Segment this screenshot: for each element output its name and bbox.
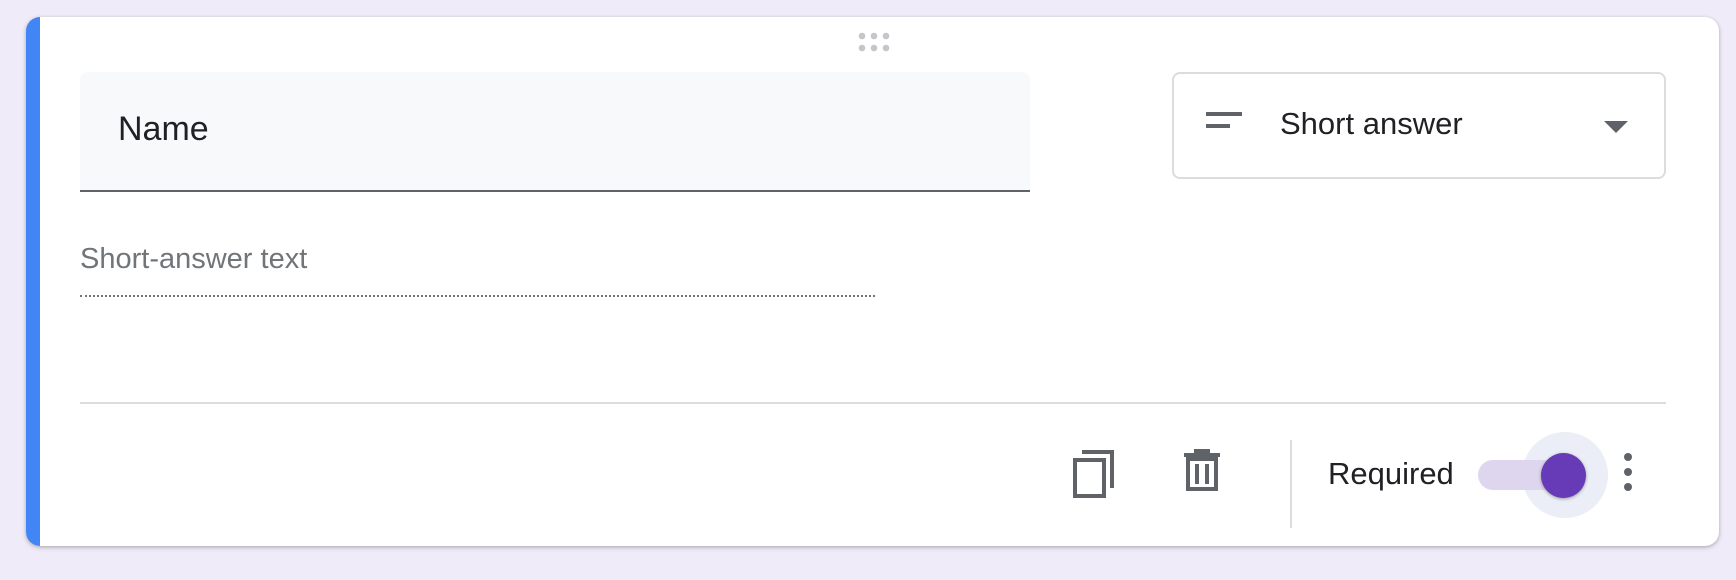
copy-icon: [1073, 450, 1114, 498]
card-footer-divider: [80, 402, 1666, 404]
question-title-input[interactable]: Name: [80, 72, 1030, 192]
required-toggle[interactable]: [1476, 430, 1608, 520]
footer-vertical-divider: [1290, 440, 1292, 528]
more-vert-icon: [1624, 453, 1632, 491]
required-label: Required: [1328, 456, 1454, 491]
short-text-icon: [1206, 112, 1246, 135]
dropdown-arrow-icon: [1604, 120, 1628, 138]
short-answer-underline: [80, 295, 875, 297]
toggle-thumb: [1541, 453, 1586, 498]
short-answer-placeholder: Short-answer text: [80, 243, 308, 275]
drag-handle-icon[interactable]: [856, 31, 896, 53]
trash-icon: [1184, 449, 1220, 491]
question-type-label: Short answer: [1280, 106, 1463, 141]
question-title-text: Name: [118, 110, 209, 148]
more-options-button[interactable]: [1608, 442, 1648, 502]
card-active-accent: [26, 17, 40, 546]
delete-button[interactable]: [1172, 440, 1232, 500]
duplicate-button[interactable]: [1065, 444, 1125, 504]
question-card[interactable]: Name Short answer Short-answer text Requ…: [26, 17, 1719, 546]
question-type-dropdown[interactable]: Short answer: [1172, 72, 1666, 179]
